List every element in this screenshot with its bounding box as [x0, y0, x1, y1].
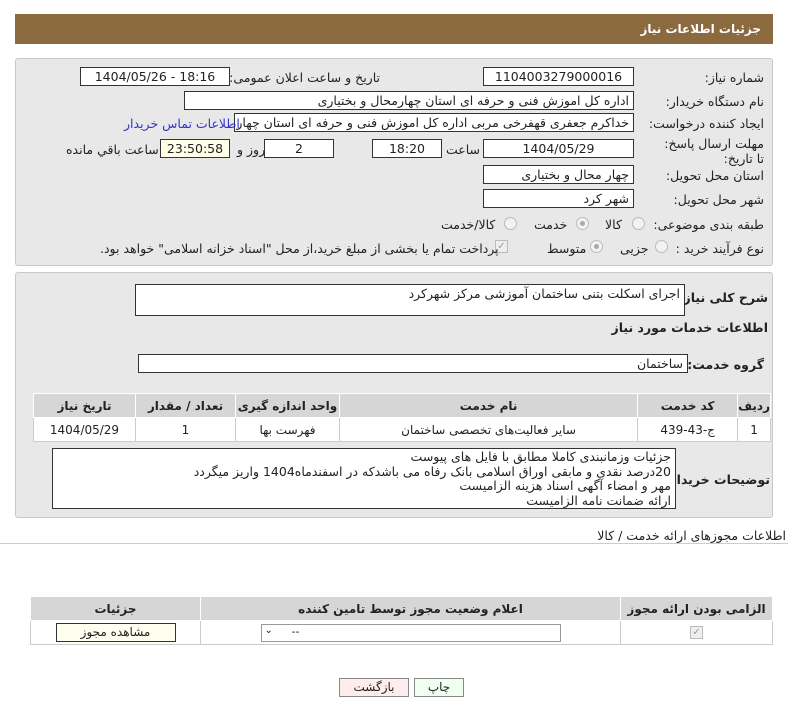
process-option-medium: متوسط	[547, 241, 587, 256]
page-title: جزئیات اطلاعات نیاز	[640, 22, 761, 36]
need-number-field: 1104003279000016	[483, 67, 634, 86]
deadline-label: مهلت ارسال پاسخ: تا تاریخ:	[664, 136, 764, 166]
buyer-notes-label: توضیحات خریدار:	[664, 472, 770, 487]
note-line: ارائه ضمانت نامه الزامیست	[526, 492, 671, 508]
description-field: اجرای اسکلت بتنی ساختمان آموزشی مرکز شهر…	[135, 284, 685, 316]
creator-field: خداکرم جعفری قهفرخی مربی اداره کل اموزش …	[234, 113, 634, 132]
col-code: کد خدمت	[637, 393, 739, 418]
col-details: جزئیات	[30, 596, 201, 621]
cell-qty: 1	[135, 417, 236, 442]
col-row: ردیف	[737, 393, 771, 418]
buyer-label: نام دستگاه خریدار:	[665, 94, 764, 109]
cell-code: ج-43-439	[637, 417, 739, 442]
buyer-field: اداره کل اموزش فنی و حرفه ای استان چهارم…	[184, 91, 634, 110]
buyer-contact-link[interactable]: اطلاعات تماس خریدار	[124, 116, 240, 131]
chevron-down-icon: ⌄	[264, 624, 273, 636]
process-label: نوع فرآیند خرید :	[675, 241, 764, 256]
remaining-label: ساعت باقي مانده	[66, 142, 159, 157]
permits-title: اطلاعات مجوزهای ارائه خدمت / کالا	[597, 528, 786, 543]
col-unit: واحد اندازه گیری	[235, 393, 340, 418]
cell-unit: فهرست بها	[235, 417, 340, 442]
services-title: اطلاعات خدمات مورد نیاز	[611, 320, 769, 335]
note-line: 20درصد نقدی و مابقی اوراق اسلامی بانک رف…	[193, 463, 671, 479]
service-group-field: ساختمان	[138, 354, 688, 373]
creator-label: ایجاد کننده درخواست:	[648, 116, 764, 131]
table-row: 1 ج-43-439 سایر فعالیت‌های تخصصی ساختمان…	[33, 417, 771, 442]
category-radio-goods[interactable]	[632, 217, 645, 230]
print-button[interactable]: چاپ	[414, 678, 464, 697]
days-field: 2	[264, 139, 334, 158]
days-label: روز و	[237, 142, 266, 157]
cell-row: 1	[737, 417, 771, 442]
permit-required-checkbox: ✓	[690, 626, 703, 639]
note-line: مهر و امضاء آگهی اسناد هزینه الزامیست	[459, 478, 671, 493]
col-name: نام خدمت	[338, 393, 639, 418]
need-number-label: شماره نیاز:	[704, 70, 764, 85]
buyer-notes-field: جزئیات وزمانبندی کاملا مطابق با فایل های…	[52, 448, 676, 509]
table-row: ✓ -- ⌄ مشاهده مجوز	[30, 620, 773, 645]
payment-note: پرداخت تمام یا بخشی از مبلغ خرید،از محل …	[100, 241, 499, 256]
cell-name: سایر فعالیت‌های تخصصی ساختمان	[338, 417, 639, 442]
permit-status-select[interactable]: -- ⌄	[260, 623, 561, 642]
category-option-goods: کالا	[605, 217, 622, 232]
category-option-service: خدمت	[534, 217, 568, 232]
announce-field: 1404/05/26 - 18:16	[80, 67, 230, 86]
category-radio-service[interactable]	[576, 217, 589, 230]
page-header: جزئیات اطلاعات نیاز	[15, 14, 773, 44]
divider	[0, 543, 788, 544]
col-qty: تعداد / مقدار	[135, 393, 236, 418]
deadline-date-field: 1404/05/29	[483, 139, 634, 158]
category-option-both: کالا/خدمت	[441, 217, 496, 232]
description-label: شرح کلی نیاز:	[678, 290, 768, 305]
permits-table: الزامی بودن ارائه مجوز اعلام وضعیت مجوز …	[30, 596, 773, 645]
city-label: شهر محل تحویل:	[673, 192, 764, 207]
deadline-time-field: 18:20	[372, 139, 442, 158]
select-value: --	[291, 624, 300, 638]
category-radio-both[interactable]	[504, 217, 517, 230]
services-table: ردیف کد خدمت نام خدمت واحد اندازه گیری ت…	[33, 393, 771, 442]
service-group-label: گروه خدمت:	[687, 357, 764, 372]
process-radio-minor[interactable]	[655, 240, 668, 253]
view-permit-button[interactable]: مشاهده مجوز	[55, 623, 176, 642]
province-label: استان محل تحویل:	[665, 168, 764, 183]
time-label: ساعت	[446, 142, 481, 157]
category-label: طبقه بندی موضوعی:	[653, 217, 764, 232]
cell-date: 1404/05/29	[33, 417, 136, 442]
announce-label: تاریخ و ساعت اعلان عمومی:	[229, 70, 380, 85]
col-required: الزامی بودن ارائه مجوز	[620, 596, 773, 621]
city-field: شهر کرد	[483, 189, 634, 208]
process-radio-medium[interactable]	[590, 240, 603, 253]
back-button[interactable]: بازگشت	[339, 678, 409, 697]
province-field: چهار محال و بختیاری	[483, 165, 634, 184]
process-option-minor: جزیی	[620, 241, 649, 256]
col-date: تاریخ نیاز	[33, 393, 136, 418]
remaining-time-field: 23:50:58	[160, 139, 230, 158]
col-status: اعلام وضعیت مجوز توسط تامین کننده	[200, 596, 621, 621]
note-line: جزئیات وزمانبندی کاملا مطابق با فایل های…	[410, 449, 671, 464]
